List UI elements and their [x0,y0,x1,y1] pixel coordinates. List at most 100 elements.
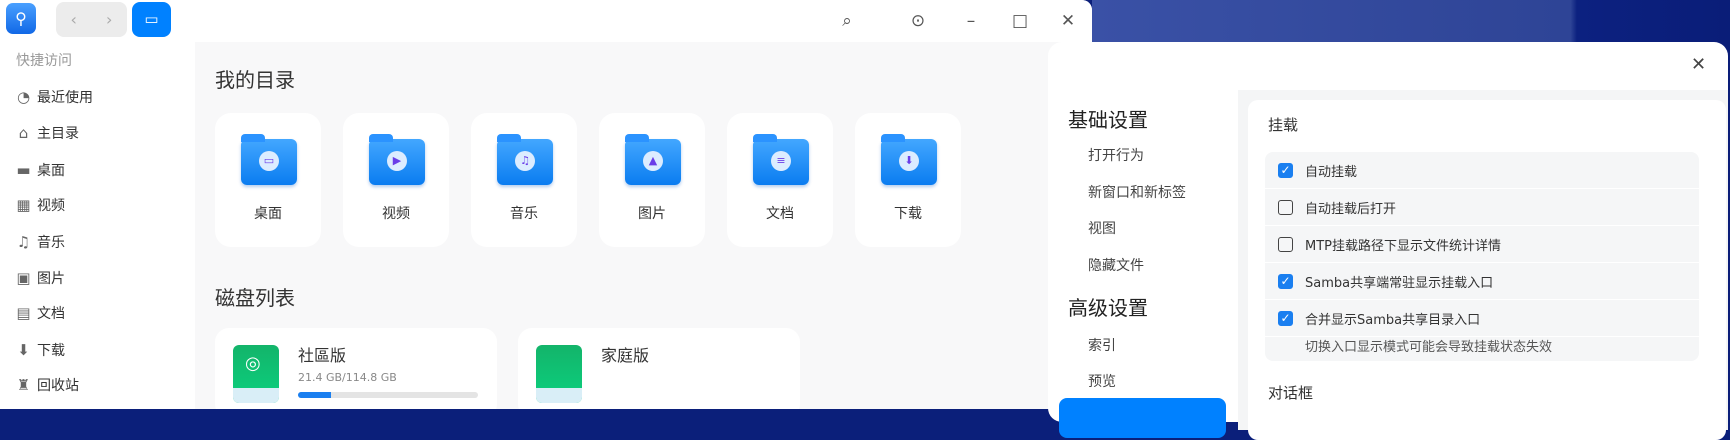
directory-card[interactable]: ▲ 图片 [599,113,705,247]
nav-basic-settings[interactable]: 基础设置 [1068,104,1148,133]
nav-view[interactable]: 视图 [1088,218,1116,238]
directory-label: 下载 [894,206,922,222]
minimize-icon[interactable]: – [956,6,986,36]
settings-card: 挂载 ✓ 自动挂载自动挂载后打开 MTP挂载路径下显示文件统计详情 ✓ Samba共享端… [1248,100,1726,440]
sidebar-item[interactable]: ⬇ 下载 [14,337,65,363]
disk-name: 家庭版 [601,346,650,365]
directory-card[interactable]: ⬇ 下载 [855,113,961,247]
folder-icon: ▶ [369,134,425,185]
disk-drive-icon: ◎ [233,345,279,403]
directory-label: 桌面 [254,206,282,222]
video-icon: ▦ [16,195,31,214]
folder-icon: ⬇ [881,134,937,185]
sidebar-item-label: 图片 [37,271,65,287]
mount-note: 切换入口显示模式可能会导致挂载状态失效 [1305,340,1553,355]
file-manager-window: ⚲ ‹ › ▭ ⌕ ⊙ – □ ✕ 快捷访问 ◔ 最近使用 ⌂ 主目录 ▬ 桌面 ▦ 视频 ♫ 音… [0,0,1092,409]
home-icon: ⌂ [18,123,29,142]
dialog-section-title: 对话框 [1268,384,1314,402]
sidebar-item-label: 桌面 [37,163,65,179]
trash-icon: ♜ [16,375,31,394]
forward-button[interactable]: › [92,2,128,37]
computer-view-button[interactable]: ▭ [132,2,171,37]
folder-icon: ≡ [753,134,809,185]
checkbox[interactable]: ✓ [1278,310,1293,326]
desktop-icon: ▬ [16,160,31,179]
sidebar-item[interactable]: ▦ 视频 [14,192,65,218]
nav-advanced-settings[interactable]: 高级设置 [1068,292,1148,321]
folder-icon: ▲ [625,134,681,185]
disk-drive-icon [536,345,582,403]
maximize-icon[interactable]: □ [1005,6,1035,36]
app-logo-icon: ⚲ [6,3,36,34]
option-label: 自动挂载后打开 [1305,201,1397,217]
checkbox[interactable]: ✓ [1278,273,1293,289]
mount-option: ✓ Samba共享端常驻显示挂载入口 [1265,263,1699,300]
close-icon[interactable]: ✕ [1053,6,1083,36]
directory-label: 视频 [382,206,410,222]
checkbox[interactable] [1278,236,1293,252]
directory-card[interactable]: ▶ 视频 [343,113,449,247]
disk-card[interactable]: 家庭版 [518,328,800,409]
sidebar-item-label: 最近使用 [37,90,93,106]
sidebar-item[interactable]: ♫ 音乐 [14,229,65,255]
directory-label: 音乐 [510,206,538,222]
navigation-buttons: ‹ › [56,2,127,37]
sidebar-item[interactable]: ▬ 桌面 [14,157,65,183]
back-button[interactable]: ‹ [56,2,92,37]
sidebar-item[interactable]: ▤ 文档 [14,300,65,326]
disk-name: 社區版 [298,346,347,365]
mount-section-title: 挂载 [1268,116,1299,134]
mount-option: 自动挂载后打开 [1265,189,1699,226]
sidebar-item-label: 下载 [37,343,65,359]
document-icon: ▤ [16,303,31,322]
nav-hidden-files[interactable]: 隐藏文件 [1088,255,1144,275]
option-label: 自动挂载 [1305,164,1358,180]
mount-option: ✓ 合并显示Samba共享目录入口 [1265,300,1699,337]
nav-selected-item[interactable] [1059,398,1226,438]
disk-card[interactable]: ◎ 社區版 21.4 GB/114.8 GB [215,328,497,409]
option-label: 合并显示Samba共享目录入口 [1305,312,1481,328]
sidebar-item-label: 回收站 [37,378,79,394]
sidebar-item[interactable]: ▣ 图片 [14,265,65,291]
nav-preview[interactable]: 预览 [1088,371,1116,391]
more-menu-icon[interactable]: ⊙ [903,6,933,36]
music-icon: ♫ [16,232,31,251]
directory-card[interactable]: ≡ 文档 [727,113,833,247]
checkbox[interactable] [1278,199,1293,215]
mount-options-group: ✓ 自动挂载自动挂载后打开 MTP挂载路径下显示文件统计详情 ✓ Samba共享端常驻显… [1265,152,1699,361]
option-label: Samba共享端常驻显示挂载入口 [1305,275,1494,291]
clock-icon: ◔ [16,87,31,106]
disk-size: 21.4 GB/114.8 GB [298,371,397,384]
sidebar-item-label: 音乐 [37,235,65,251]
sidebar-item[interactable]: ⌂ 主目录 [14,120,79,146]
sidebar-item-label: 主目录 [37,126,79,142]
titlebar: ⚲ ‹ › ▭ ⌕ ⊙ – □ ✕ [0,0,1092,42]
option-label: MTP挂载路径下显示文件统计详情 [1305,238,1501,254]
folder-icon: ▭ [241,134,297,185]
directory-card[interactable]: ▭ 桌面 [215,113,321,247]
download-icon: ⬇ [17,340,30,359]
directory-label: 文档 [766,206,794,222]
sidebar-item-label: 文档 [37,306,65,322]
nav-open-behavior[interactable]: 打开行为 [1088,145,1144,165]
disk-usage-bar [298,392,478,398]
directory-card[interactable]: ♫ 音乐 [471,113,577,247]
sidebar-title: 快捷访问 [16,53,72,69]
directory-label: 图片 [638,206,666,222]
my-directories-title: 我的目录 [215,68,295,92]
nav-index[interactable]: 索引 [1088,335,1116,355]
folder-icon: ♫ [497,134,553,185]
mount-option: ✓ 自动挂载 [1265,152,1699,189]
sidebar-item[interactable]: ◔ 最近使用 [14,84,93,110]
settings-content: 挂载 ✓ 自动挂载自动挂载后打开 MTP挂载路径下显示文件统计详情 ✓ Samba共享端… [1238,90,1728,440]
nav-new-window-tab[interactable]: 新窗口和新标签 [1088,182,1186,202]
disk-list-title: 磁盘列表 [215,286,295,310]
settings-dialog: ✕ 基础设置 打开行为 新窗口和新标签 视图 隐藏文件 高级设置 索引 预览 挂… [1048,42,1728,440]
close-icon[interactable]: ✕ [1691,54,1706,75]
search-icon[interactable]: ⌕ [832,6,862,36]
sidebar-item[interactable]: ♜ 回收站 [14,372,79,398]
checkbox[interactable]: ✓ [1278,162,1293,178]
mount-option: MTP挂载路径下显示文件统计详情 [1265,226,1699,263]
picture-icon: ▣ [16,268,31,287]
sidebar-item-label: 视频 [37,198,65,214]
